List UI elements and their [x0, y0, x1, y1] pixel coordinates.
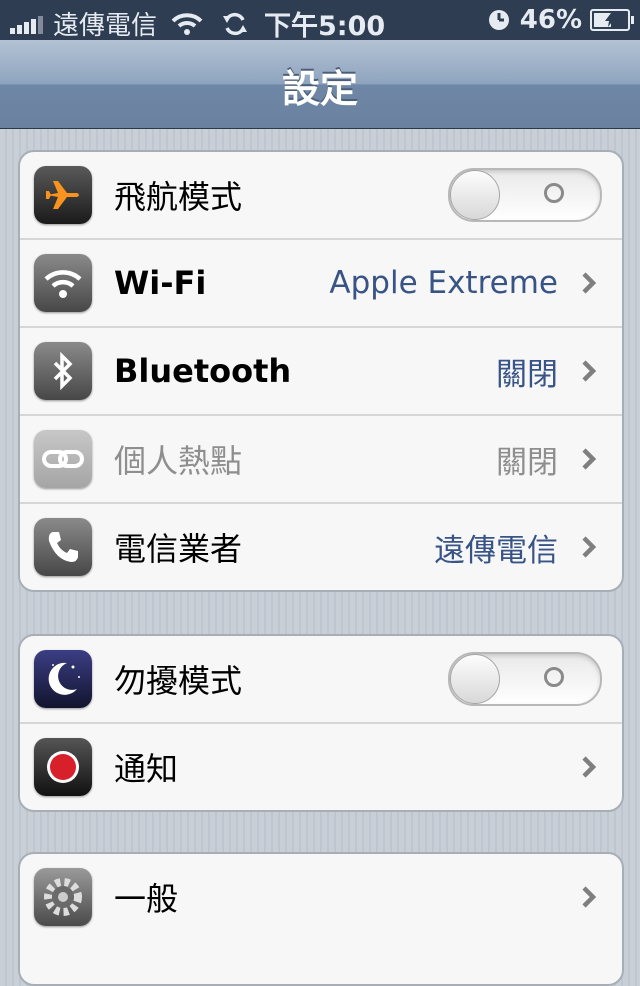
- row-carrier[interactable]: 電信業者 遠傳電信: [20, 504, 622, 590]
- row-airplane-mode: 飛航模式: [20, 152, 622, 240]
- row-bluetooth[interactable]: Bluetooth 關閉: [20, 328, 622, 416]
- status-left: 遠傳電信: [10, 5, 249, 42]
- chevron-right-icon: [574, 885, 604, 909]
- row-general[interactable]: 一般: [20, 854, 622, 940]
- chevron-right-icon: [574, 755, 604, 779]
- chevron-right-icon: [574, 535, 604, 559]
- airplane-icon: [34, 166, 92, 224]
- hotspot-icon: [34, 430, 92, 488]
- status-time: 下午5:00: [264, 11, 386, 42]
- toggle-knob: [450, 170, 500, 220]
- status-bar: 遠傳電信 下午5:00 46%: [0, 0, 640, 42]
- toggle-off-indicator: [544, 667, 564, 687]
- settings-group-general: 一般: [18, 852, 624, 986]
- moon-icon: [34, 650, 92, 708]
- label-general: 一般: [114, 880, 179, 918]
- charging-bolt-icon: [605, 13, 615, 27]
- label-wifi: Wi-Fi: [114, 264, 207, 302]
- label-personal-hotspot: 個人熱點: [114, 442, 243, 480]
- label-carrier: 電信業者: [114, 530, 243, 568]
- label-bluetooth: Bluetooth: [114, 352, 292, 390]
- chevron-right-icon: [574, 447, 604, 471]
- battery-icon: [590, 9, 634, 31]
- chevron-right-icon: [574, 359, 604, 383]
- navigation-bar: 設定: [0, 40, 640, 129]
- wifi-icon: [34, 254, 92, 312]
- row-do-not-disturb: 勿擾模式: [20, 636, 622, 724]
- do-not-disturb-toggle[interactable]: [448, 652, 602, 706]
- value-bluetooth: 關閉: [496, 356, 558, 393]
- row-personal-hotspot[interactable]: 個人熱點 關閉: [20, 416, 622, 504]
- phone-icon: [34, 518, 92, 576]
- airplane-mode-toggle[interactable]: [448, 168, 602, 222]
- label-notifications: 通知: [114, 750, 179, 788]
- value-wifi: Apple Extreme: [329, 265, 558, 301]
- wifi-signal-icon: [171, 12, 203, 35]
- bluetooth-icon: [34, 342, 92, 400]
- notification-icon: [34, 738, 92, 796]
- chevron-right-icon: [574, 271, 604, 295]
- settings-group-connectivity: 飛航模式 Wi-Fi Apple Extreme Bluetooth 關閉 個人…: [18, 150, 624, 592]
- page-title: 設定: [281, 67, 358, 111]
- gear-icon: [34, 868, 92, 926]
- sync-activity-icon: [223, 12, 248, 35]
- status-right: 46%: [488, 5, 634, 35]
- label-do-not-disturb: 勿擾模式: [114, 662, 243, 700]
- label-airplane-mode: 飛航模式: [114, 178, 243, 216]
- value-carrier: 遠傳電信: [434, 532, 558, 569]
- value-personal-hotspot: 關閉: [496, 444, 558, 481]
- settings-group-notifications: 勿擾模式 通知: [18, 634, 624, 812]
- toggle-off-indicator: [544, 183, 564, 203]
- battery-percent: 46%: [519, 5, 582, 35]
- signal-bars-icon: [10, 14, 45, 34]
- row-notifications[interactable]: 通知: [20, 724, 622, 810]
- carrier-name: 遠傳電信: [53, 11, 158, 41]
- clock-lock-icon: [488, 10, 509, 30]
- toggle-knob: [450, 654, 500, 704]
- row-wifi[interactable]: Wi-Fi Apple Extreme: [20, 240, 622, 328]
